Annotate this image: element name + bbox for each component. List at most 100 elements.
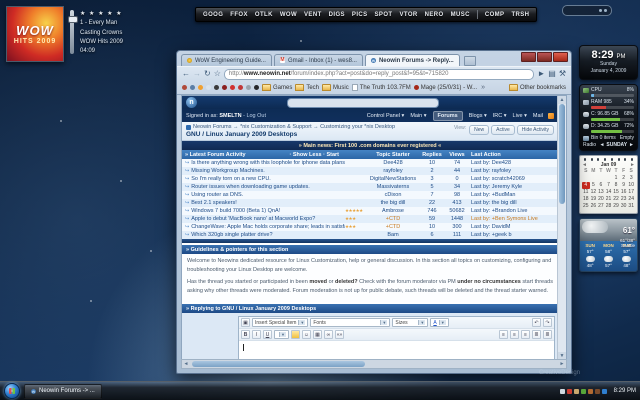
forum-topic-row[interactable]: ↪Windows 7 build 7000 (Beta 1) QnA!★★★★★… [182, 207, 558, 215]
bookmark-favicon[interactable] [254, 85, 259, 90]
goto-last-post-icon[interactable]: ↪ [185, 192, 189, 198]
align-left-icon[interactable]: ≡ [499, 330, 508, 339]
topic-cell[interactable]: ↪Missing Workgroup Machines. [185, 168, 345, 174]
browser-tab[interactable]: MGmail - Inbox (1) - wes8... [274, 54, 363, 66]
topic-starter[interactable]: +CTD [365, 224, 421, 230]
view-button-active[interactable]: Active [491, 125, 515, 135]
goto-last-post-icon[interactable]: ↪ [185, 200, 189, 206]
align-center-icon[interactable]: ≡ [510, 330, 519, 339]
topic-last-action[interactable]: Last by: rayfoley [471, 168, 555, 174]
forum-topic-row[interactable]: ↪Apple to debut 'MacBook nano' at Macwor… [182, 215, 558, 223]
calendar-day-cell[interactable]: 31 [627, 203, 635, 210]
dock-item-musc[interactable]: MUSC [451, 12, 470, 18]
calendar-day-cell[interactable]: 30 [620, 203, 628, 210]
dock-item-pics[interactable]: PICS [352, 12, 368, 18]
style-dropdown[interactable]: ▼ [274, 330, 289, 339]
forum-topic-row[interactable]: ↪Which 320gb single platter drive?Bam611… [182, 231, 558, 239]
align-right-icon[interactable]: ≡ [521, 330, 530, 339]
browser-tab[interactable]: WoW Engineering Guide... [181, 54, 272, 66]
numbered-list-icon[interactable]: ≣ [543, 330, 552, 339]
forum-nav-blogs[interactable]: Blogs ▾ [469, 113, 487, 119]
bookmark-favicon[interactable] [222, 85, 227, 90]
topic-starter[interactable]: DigitalNewStations [365, 176, 421, 182]
forum-nav-forums[interactable]: Forums [433, 111, 463, 121]
topic-starter[interactable]: the big dill [365, 200, 421, 206]
calendar-day-cell[interactable]: 14 [605, 189, 613, 196]
forum-search-input[interactable] [287, 98, 439, 108]
forum-topic-row[interactable]: ↪So I'm really torn on a new CPU. Digital… [182, 175, 558, 183]
minimize-button[interactable] [521, 52, 536, 62]
tray-icon[interactable] [595, 389, 600, 394]
italic-button[interactable]: I [252, 330, 261, 339]
topic-title[interactable]: Best 2.1 speakers! [191, 200, 237, 206]
dock-item-otlk[interactable]: OTLK [255, 12, 273, 18]
bookmark-link[interactable]: The Truth 103.7FM [352, 84, 411, 91]
calendar-day-cell[interactable] [590, 175, 598, 182]
calendar-day-cell[interactable]: 24 [627, 196, 635, 203]
quote-button[interactable]: «» [335, 330, 344, 339]
calendar-day-cell[interactable]: 2 [620, 175, 628, 182]
calendar-day-cell[interactable]: 11 [582, 189, 590, 196]
logout-link[interactable]: - Log Out [243, 113, 266, 119]
calendar-day-cell[interactable]: 1 [612, 175, 620, 182]
calendar-day-cell[interactable]: 20 [597, 196, 605, 203]
emoticon-button[interactable]: ☺ [302, 330, 311, 339]
calendar-day-cell[interactable]: 7 [605, 182, 613, 189]
topic-title[interactable]: Windows 7 build 7000 (Beta 1) QnA! [191, 208, 280, 214]
scroll-right-arrow[interactable]: ► [558, 360, 566, 368]
bookmark-favicon[interactable] [246, 85, 251, 90]
reply-textarea[interactable] [239, 341, 554, 361]
forum-topic-row[interactable]: ↪Best 2.1 speakers!the big dill22413Last… [182, 199, 558, 207]
sysmon-recycle-bin[interactable]: Bin 0 itemsEmpty [583, 135, 634, 141]
topic-last-action[interactable]: Last by: the big dill [471, 200, 555, 206]
forward-button[interactable]: → [193, 69, 201, 79]
topic-starter[interactable]: Massivaterns [365, 184, 421, 190]
calendar-day-cell[interactable]: 3 [627, 175, 635, 182]
sysmon-radio-row[interactable]: Radio◄SUNDAY► [583, 142, 634, 148]
goto-last-post-icon[interactable]: ↪ [185, 168, 189, 174]
forum-nav-mail[interactable]: Mail [533, 113, 543, 119]
topic-cell[interactable]: ↪Windows 7 build 7000 (Beta 1) QnA! [185, 208, 345, 214]
view-button-new[interactable]: New [469, 125, 489, 135]
calendar-day-cell[interactable]: 5 [590, 182, 598, 189]
horizontal-scroll-thumb[interactable] [192, 361, 365, 367]
goto-last-post-icon[interactable]: ↪ [185, 232, 189, 238]
vertical-scroll-thumb[interactable] [559, 104, 565, 204]
show-less-toggle[interactable]: · Show Less · Start [289, 152, 345, 158]
topic-last-action[interactable]: Last by: +Ben Symons Live [471, 216, 555, 222]
calendar-day-cell[interactable]: 9 [620, 182, 628, 189]
calendar-day-cell[interactable]: 4 [582, 182, 590, 189]
topic-starter[interactable]: Dee428 [365, 160, 421, 166]
calendar-day-cell[interactable]: 16 [620, 189, 628, 196]
bold-button[interactable]: B [241, 330, 250, 339]
calendar-day-cell[interactable]: 23 [620, 196, 628, 203]
forum-topic-row[interactable]: ↪ChangeWave: Apple Mac holds corporate s… [182, 223, 558, 231]
forum-nav-irc[interactable]: IRC ▾ [493, 113, 507, 119]
taskbar-task-neowin[interactable]: n Neowin Forums -> ... [24, 384, 102, 399]
reload-button[interactable]: ↻ [204, 69, 211, 79]
dock-item-trsh[interactable]: TRSH [511, 12, 529, 18]
calendar-day-cell[interactable]: 25 [582, 203, 590, 210]
other-bookmarks-folder[interactable]: Other bookmarks [509, 84, 566, 91]
tray-icon[interactable] [567, 389, 572, 394]
rss-icon[interactable] [548, 113, 554, 119]
forum-nav-main[interactable]: Main ▾ [410, 113, 426, 119]
calendar-day-cell[interactable] [605, 175, 613, 182]
topic-cell[interactable]: ↪Best 2.1 speakers! [185, 200, 345, 206]
bookmark-favicon[interactable] [182, 85, 187, 90]
topic-last-action[interactable]: Last by: Dee428 [471, 160, 555, 166]
topic-cell[interactable]: ↪ChangeWave: Apple Mac holds corporate s… [185, 224, 345, 230]
dock-item-comp[interactable]: COMP [485, 12, 505, 18]
highlight-color-button[interactable] [291, 330, 300, 339]
breadcrumb[interactable]: Neowin Forums → *nix Customization & Sup… [193, 124, 395, 130]
forum-nav-control-panel[interactable]: Control Panel ▾ [367, 113, 405, 119]
goto-last-post-icon[interactable]: ↪ [185, 224, 189, 230]
tray-icon[interactable] [560, 389, 565, 394]
goto-last-post-icon[interactable]: ↪ [185, 208, 189, 214]
topic-cell[interactable]: ↪So I'm really torn on a new CPU. [185, 176, 345, 182]
underline-button[interactable]: U [263, 330, 272, 339]
topic-last-action[interactable]: Last by: +BudMan [471, 192, 555, 198]
radio-next-icon[interactable]: ► [629, 142, 634, 148]
dock-item-ffox[interactable]: FFOX [230, 12, 248, 18]
neowin-logo[interactable]: n [186, 97, 197, 108]
